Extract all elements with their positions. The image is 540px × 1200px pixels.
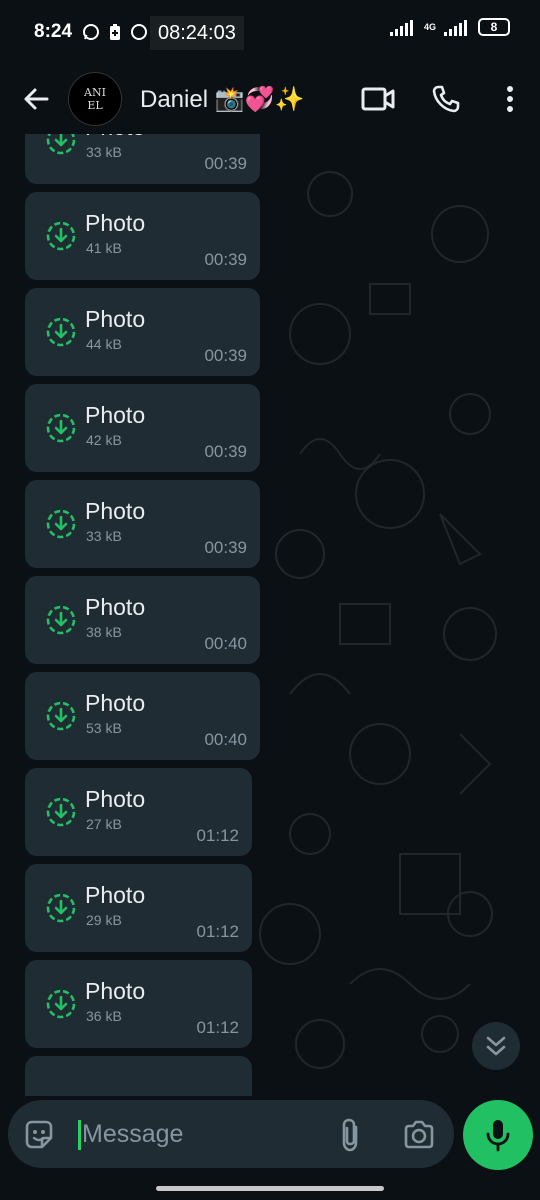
- message-file-size: 41 kB: [86, 240, 122, 256]
- message-time: 01:12: [196, 1018, 239, 1037]
- signal-icon-2: [444, 20, 467, 36]
- battery-indicator: 8: [478, 18, 510, 36]
- scroll-to-bottom-button[interactable]: [472, 1022, 520, 1070]
- message-title: Photo: [85, 134, 145, 141]
- message-title: Photo: [85, 210, 146, 236]
- message-time: 01:12: [196, 922, 239, 941]
- network-type: 4G: [423, 22, 436, 32]
- message-file-size: 36 kB: [86, 1008, 122, 1024]
- back-button[interactable]: [4, 67, 68, 131]
- message-title: Photo: [85, 882, 146, 908]
- download-icon[interactable]: [45, 796, 77, 828]
- download-icon[interactable]: [45, 412, 77, 444]
- sticker-icon: [25, 1120, 53, 1149]
- sticker-button[interactable]: [22, 1118, 56, 1152]
- text-cursor: [78, 1120, 81, 1150]
- message-file-size: 44 kB: [86, 336, 122, 352]
- message-time: 00:39: [204, 442, 247, 461]
- message-file-size: 42 kB: [86, 432, 122, 448]
- download-icon[interactable]: [45, 316, 77, 348]
- more-options-button[interactable]: [480, 67, 540, 131]
- notification-icons: [82, 23, 148, 41]
- signal-icon: [389, 20, 413, 36]
- avatar[interactable]: ANI EL: [68, 72, 122, 126]
- double-chevron-down-icon: [486, 1036, 506, 1056]
- message-time: 01:12: [196, 826, 239, 845]
- message-list[interactable]: Photo 33 kB 00:39 Photo 41 kB 00:39 Photo 44 kB…: [0, 134, 540, 1096]
- photo-message[interactable]: Photo 36 kB 01:12: [25, 960, 252, 1048]
- camera-icon: [404, 1120, 434, 1149]
- battery-saver-icon: [110, 24, 121, 40]
- video-call-button[interactable]: [344, 67, 412, 131]
- message-time: 00:39: [204, 346, 247, 365]
- message-title: Photo: [85, 690, 146, 716]
- message-title: Photo: [85, 978, 146, 1004]
- message-file-size: 33 kB: [86, 144, 122, 160]
- chat-header: ANI EL Daniel 📸💞✨: [0, 64, 540, 134]
- chat-screen: 8:24 08:24:03 4G 8 ANI EL Daniel 📸💞✨ 33 …: [0, 0, 540, 1200]
- photo-message[interactable]: Photo 53 kB 00:40: [25, 672, 260, 760]
- more-vertical-icon: [507, 86, 513, 112]
- photo-message[interactable]: Photo 42 kB 00:39: [25, 384, 260, 472]
- message-input[interactable]: [82, 1114, 322, 1154]
- photo-message[interactable]: Photo 33 kB 00:39: [25, 480, 260, 568]
- camera-button[interactable]: [402, 1118, 436, 1152]
- message-file-size: 27 kB: [86, 816, 122, 832]
- whatsapp-notification-icon-2: [131, 24, 148, 40]
- download-icon[interactable]: [45, 892, 77, 924]
- message-time: 00:39: [204, 154, 247, 173]
- photo-message[interactable]: Photo 41 kB 00:39: [25, 192, 260, 280]
- download-icon[interactable]: [45, 604, 77, 636]
- message-file-size: 53 kB: [86, 720, 122, 736]
- download-icon[interactable]: [45, 700, 77, 732]
- message-title: Photo: [85, 786, 146, 812]
- paperclip-icon: [342, 1118, 358, 1152]
- message-time: 00:40: [204, 730, 247, 749]
- video-call-icon: [361, 87, 395, 111]
- message-file-size: 38 kB: [86, 624, 122, 640]
- phone-icon: [432, 85, 460, 113]
- status-time: 8:24: [34, 21, 73, 42]
- contact-name[interactable]: Daniel 📸💞✨: [140, 85, 344, 114]
- download-icon[interactable]: [45, 134, 77, 156]
- message-file-size: 33 kB: [86, 528, 122, 544]
- voice-message-button[interactable]: [463, 1100, 533, 1170]
- message-time: 00:40: [204, 634, 247, 653]
- message-title: Photo: [85, 306, 146, 332]
- status-right: 4G 8: [389, 18, 510, 36]
- download-icon[interactable]: [45, 988, 77, 1020]
- arrow-left-icon: [24, 88, 49, 110]
- message-title: Photo: [85, 498, 146, 524]
- photo-message[interactable]: Photo 38 kB 00:40: [25, 576, 260, 664]
- screen-recorder-time: 08:24:03: [150, 16, 244, 50]
- avatar-text-2: EL: [87, 99, 103, 112]
- photo-message[interactable]: Photo 27 kB 01:12: [25, 768, 252, 856]
- photo-message-partial[interactable]: [25, 1056, 252, 1096]
- microphone-icon: [486, 1120, 510, 1152]
- message-time: 00:39: [204, 538, 247, 557]
- whatsapp-notification-icon: [83, 24, 100, 40]
- attach-button[interactable]: [334, 1117, 368, 1153]
- photo-message[interactable]: Photo 29 kB 01:12: [25, 864, 252, 952]
- composer-pill: [8, 1100, 454, 1168]
- message-time: 00:39: [204, 250, 247, 269]
- download-icon[interactable]: [45, 508, 77, 540]
- voice-call-button[interactable]: [412, 67, 480, 131]
- message-title: Photo: [85, 402, 146, 428]
- composer-bar: [0, 1096, 540, 1200]
- download-icon[interactable]: [45, 220, 77, 252]
- photo-message[interactable]: Photo 44 kB 00:39: [25, 288, 260, 376]
- photo-message[interactable]: Photo 33 kB 00:39: [25, 134, 260, 184]
- message-title: Photo: [85, 594, 146, 620]
- status-bar: 8:24 08:24:03 4G 8: [0, 0, 540, 64]
- home-indicator: [156, 1186, 384, 1191]
- avatar-text-1: ANI: [84, 86, 106, 99]
- message-file-size: 29 kB: [86, 912, 122, 928]
